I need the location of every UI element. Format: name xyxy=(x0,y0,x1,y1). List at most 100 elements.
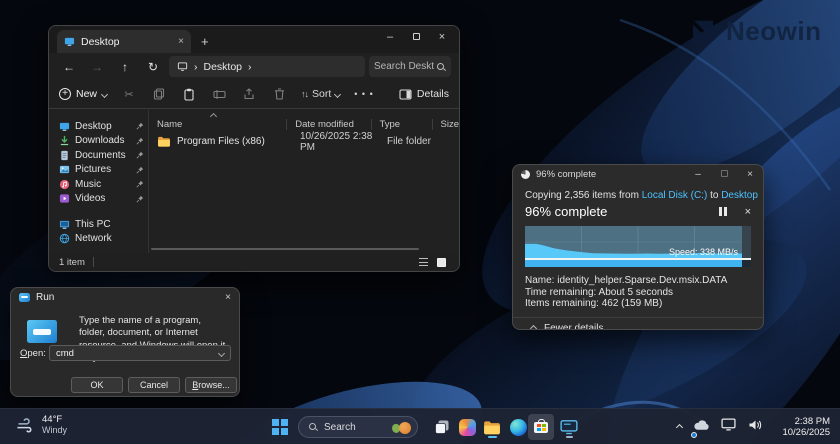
sidebar-label: Desktop xyxy=(75,121,131,132)
breadcrumb[interactable]: › Desktop › xyxy=(169,56,365,77)
delete-button[interactable] xyxy=(271,86,287,102)
network-icon xyxy=(59,233,70,244)
details-label: Details xyxy=(417,88,449,100)
paint-app-button[interactable] xyxy=(455,415,479,439)
documents-icon xyxy=(59,150,70,161)
pin-icon xyxy=(136,122,144,130)
system-tray xyxy=(677,415,762,439)
pictures-icon xyxy=(59,164,70,175)
sidebar-item-pictures[interactable]: Pictures xyxy=(49,163,148,178)
close-icon[interactable]: × xyxy=(225,292,231,303)
tab-close-icon[interactable]: × xyxy=(178,36,184,47)
cancel-copy-icon[interactable]: × xyxy=(745,206,751,218)
column-type[interactable]: Type xyxy=(371,119,431,130)
sidebar-item-desktop[interactable]: Desktop xyxy=(49,119,148,134)
edge-icon xyxy=(510,419,527,436)
copy-source-link[interactable]: Local Disk (C:) xyxy=(642,190,708,201)
back-button[interactable]: ← xyxy=(57,60,81,74)
taskbar: 44°F Windy Search xyxy=(0,408,840,444)
fewer-details-button[interactable]: Fewer details xyxy=(513,318,763,331)
run-titlebar: Run × xyxy=(11,288,239,306)
open-label: Open: xyxy=(20,348,46,359)
sidebar-separator xyxy=(49,206,148,217)
paste-button[interactable] xyxy=(181,86,197,102)
sort-button[interactable]: ↑↓ Sort xyxy=(301,88,340,100)
horizontal-scrollbar[interactable] xyxy=(151,248,419,250)
volume-tray-button[interactable] xyxy=(747,418,762,436)
chevron-down-icon xyxy=(101,90,108,97)
tray-overflow-chevron-icon[interactable] xyxy=(676,423,683,430)
cancel-button[interactable]: Cancel xyxy=(128,377,180,393)
sidebar-item-downloads[interactable]: Downloads xyxy=(49,134,148,149)
copy-button[interactable] xyxy=(151,86,167,102)
more-options-button[interactable]: • • • xyxy=(354,89,373,99)
file-explorer-button[interactable] xyxy=(480,415,504,439)
neowin-watermark: Neowin xyxy=(688,16,821,47)
new-tab-button[interactable]: + xyxy=(201,30,209,53)
search-highlight-image xyxy=(391,419,413,435)
chart-remaining-strip xyxy=(742,226,751,258)
terminal-app-button[interactable] xyxy=(557,415,581,439)
copy-destination-link[interactable]: Desktop xyxy=(721,190,758,201)
sidebar-label: This PC xyxy=(75,219,144,230)
task-view-button[interactable] xyxy=(430,415,454,439)
chevron-down-icon[interactable] xyxy=(218,349,225,356)
pause-button[interactable] xyxy=(719,207,727,216)
edge-browser-button[interactable] xyxy=(506,415,530,439)
sidebar-item-network[interactable]: Network xyxy=(49,232,148,247)
maximize-glyph xyxy=(721,170,728,177)
widgets-weather-button[interactable]: 44°F Windy xyxy=(16,414,67,436)
minimize-icon[interactable]: – xyxy=(685,165,711,184)
copy-window-controls: – × xyxy=(685,165,763,184)
close-icon[interactable]: × xyxy=(429,28,455,46)
breadcrumb-path[interactable]: Desktop xyxy=(204,61,243,73)
window-controls: – × xyxy=(377,28,455,46)
new-button[interactable]: + New xyxy=(59,88,107,100)
column-date-modified[interactable]: Date modified xyxy=(287,119,370,130)
up-button[interactable]: ↑ xyxy=(113,60,137,74)
tab-desktop[interactable]: Desktop × xyxy=(57,30,191,53)
rename-button[interactable] xyxy=(211,86,227,102)
column-size[interactable]: Size xyxy=(433,119,459,130)
browse-button[interactable]: Browse... xyxy=(185,377,237,393)
thumbnail-view-button[interactable] xyxy=(434,256,449,269)
close-icon[interactable]: × xyxy=(737,165,763,184)
sidebar-item-videos[interactable]: Videos xyxy=(49,192,148,207)
details-pane-button[interactable]: Details xyxy=(399,88,449,100)
onedrive-tray-button[interactable] xyxy=(693,418,710,436)
column-name-label: Name xyxy=(157,119,182,130)
search-box[interactable]: Search Deskt xyxy=(369,56,451,77)
status-divider xyxy=(93,257,94,267)
column-name[interactable]: Name xyxy=(149,119,286,130)
maximize-icon[interactable] xyxy=(403,28,429,46)
microsoft-store-button[interactable] xyxy=(528,414,554,440)
network-tray-button[interactable] xyxy=(721,418,736,436)
copying-summary: Copying 2,356 items from Local Disk (C:)… xyxy=(525,190,751,201)
start-button[interactable] xyxy=(268,415,292,439)
refresh-button[interactable]: ↻ xyxy=(141,60,165,74)
ok-button[interactable]: OK xyxy=(71,377,123,393)
sidebar-item-this-pc[interactable]: This PC xyxy=(49,217,148,232)
maximize-icon[interactable] xyxy=(711,165,737,184)
minimize-icon[interactable]: – xyxy=(377,28,403,46)
open-combobox[interactable]: cmd xyxy=(49,345,231,361)
taskbar-search[interactable]: Search xyxy=(298,416,418,438)
location-desktop-icon xyxy=(177,61,188,72)
file-row[interactable]: Program Files (x86) 10/26/2025 2:38 PM F… xyxy=(149,133,459,150)
crumb-separator: › xyxy=(248,61,252,73)
cut-button[interactable]: ✂ xyxy=(121,86,137,102)
sort-ascending-icon xyxy=(210,113,217,120)
task-view-icon xyxy=(434,419,450,435)
forward-button[interactable]: → xyxy=(85,60,109,74)
sidebar-label: Network xyxy=(75,233,144,244)
progress-pie-icon xyxy=(521,170,530,179)
share-button[interactable] xyxy=(241,86,257,102)
sidebar-item-documents[interactable]: Documents xyxy=(49,148,148,163)
item-count: 1 item xyxy=(59,257,85,268)
search-input[interactable]: Search Deskt xyxy=(374,61,436,72)
details-view-button[interactable] xyxy=(416,256,431,269)
clock[interactable]: 2:38 PM 10/26/2025 xyxy=(782,416,830,438)
sidebar-item-music[interactable]: Music xyxy=(49,177,148,192)
open-input-value[interactable]: cmd xyxy=(56,348,219,359)
copy-progress-dialog: 96% complete – × Copying 2,356 items fro… xyxy=(512,164,764,330)
